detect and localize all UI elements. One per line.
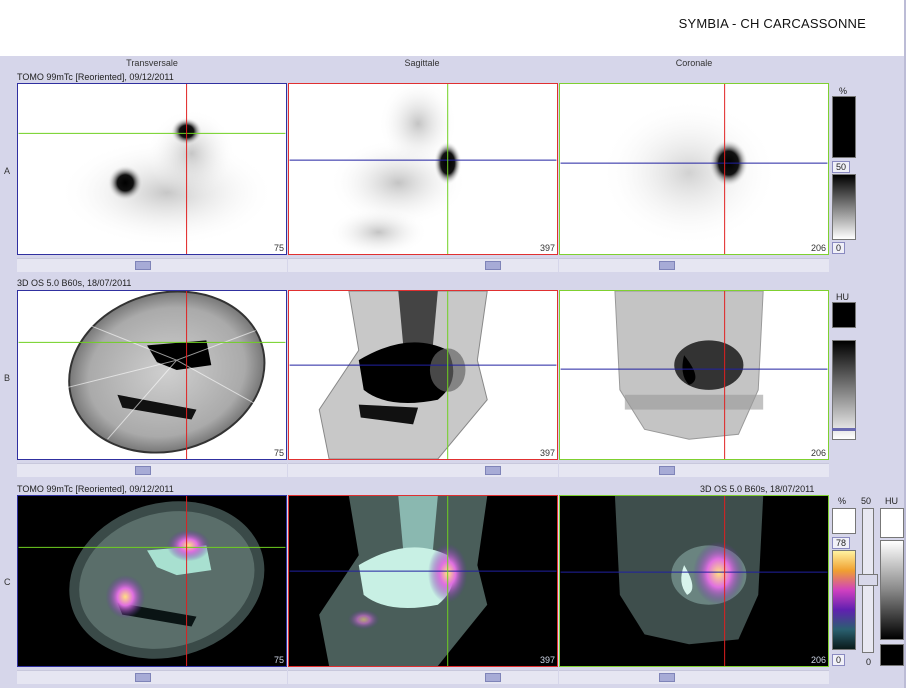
view-c-transversale[interactable]: 75 xyxy=(17,495,287,667)
colorbar-a-top xyxy=(832,96,856,158)
slice-number: 75 xyxy=(273,448,284,458)
scroll-thumb[interactable] xyxy=(659,673,675,682)
ct-coronal-image xyxy=(560,291,828,459)
colorbar-c-min-value[interactable]: 0 xyxy=(832,654,846,666)
view-a-sagittale[interactable]: 397 xyxy=(288,83,558,255)
scroll-thumb[interactable] xyxy=(135,673,151,682)
scrollbar-a-transversale[interactable] xyxy=(17,258,287,272)
scrollbar-b-coronale[interactable] xyxy=(559,463,829,477)
colorbar-c-hot-gradient[interactable] xyxy=(832,550,856,650)
colorbar-c-top-value[interactable]: 78 xyxy=(832,537,851,549)
scroll-thumb[interactable] xyxy=(659,466,675,475)
slice-number: 206 xyxy=(810,243,826,253)
series-label-row-c-ct: 3D OS 5.0 B60s, 18/07/2011 xyxy=(700,484,815,494)
colorbar-c-top xyxy=(832,508,856,534)
scroll-thumb[interactable] xyxy=(135,466,151,475)
colorbar-c-ct-gradient[interactable] xyxy=(880,540,904,640)
series-label-row-b: 3D OS 5.0 B60s, 18/07/2011 xyxy=(17,278,132,288)
report-header: SYMBIA - CH CARCASSONNE xyxy=(0,0,906,56)
series-label-row-a: TOMO 99mTc [Reoriented], 09/12/2011 xyxy=(17,72,174,82)
fusion-blend-handle[interactable] xyxy=(858,574,878,586)
colorbar-b-unit: HU xyxy=(836,292,849,302)
scroll-thumb[interactable] xyxy=(659,261,675,270)
slice-number: 397 xyxy=(539,655,555,665)
colorbar-a-mid-value[interactable]: 50 xyxy=(832,161,851,173)
slice-number: 75 xyxy=(273,655,284,665)
scrollbar-c-transversale[interactable] xyxy=(17,670,287,684)
colorbar-c-ct-min: 0 xyxy=(866,657,872,667)
spect-transverse-image xyxy=(18,84,286,254)
fusion-sagittal-image xyxy=(289,496,557,666)
spect-coronal-image xyxy=(560,84,828,254)
view-b-sagittale[interactable]: 397 xyxy=(288,290,558,460)
scrollbar-c-sagittale[interactable] xyxy=(288,670,558,684)
row-letter-b: B xyxy=(4,373,11,383)
site-title: SYMBIA - CH CARCASSONNE xyxy=(678,16,866,31)
colorbar-a-unit: % xyxy=(839,86,848,96)
fusion-transverse-image xyxy=(18,496,286,666)
colorbar-b-gradient[interactable] xyxy=(832,340,856,440)
scroll-thumb[interactable] xyxy=(485,261,501,270)
colorbar-b-top xyxy=(832,302,856,328)
spect-sagittal-image xyxy=(289,84,557,254)
scroll-thumb[interactable] xyxy=(485,466,501,475)
view-c-coronale[interactable]: 206 xyxy=(559,495,829,667)
scroll-thumb[interactable] xyxy=(485,673,501,682)
scrollbar-a-sagittale[interactable] xyxy=(288,258,558,272)
colorbar-c-unit: % xyxy=(838,496,847,506)
colorbar-b-level-marker[interactable] xyxy=(832,428,856,431)
fusion-coronal-image xyxy=(560,496,828,666)
slice-number: 206 xyxy=(810,448,826,458)
fusion-blend-label: 50 xyxy=(861,496,872,506)
colorbar-c-ct-unit: HU xyxy=(885,496,898,506)
view-b-coronale[interactable]: 206 xyxy=(559,290,829,460)
scroll-thumb[interactable] xyxy=(135,261,151,270)
column-header-transversale: Transversale xyxy=(126,58,178,68)
view-b-transversale[interactable]: 75 xyxy=(17,290,287,460)
scrollbar-c-coronale[interactable] xyxy=(559,670,829,684)
slice-number: 206 xyxy=(810,655,826,665)
row-letter-a: A xyxy=(4,166,11,176)
scrollbar-a-coronale[interactable] xyxy=(559,258,829,272)
ct-transverse-image xyxy=(18,291,286,459)
row-letter-c: C xyxy=(4,577,11,587)
view-a-coronale[interactable]: 206 xyxy=(559,83,829,255)
ct-sagittal-image xyxy=(289,291,557,459)
slice-number: 397 xyxy=(539,448,555,458)
column-header-coronale: Coronale xyxy=(675,58,713,68)
series-label-row-c-spect: TOMO 99mTc [Reoriented], 09/12/2011 xyxy=(17,484,174,494)
view-a-transversale[interactable]: 75 xyxy=(17,83,287,255)
slice-number: 397 xyxy=(539,243,555,253)
scrollbar-b-sagittale[interactable] xyxy=(288,463,558,477)
colorbar-a-gradient[interactable] xyxy=(832,174,856,240)
column-header-sagittale: Sagittale xyxy=(404,58,440,68)
view-c-sagittale[interactable]: 397 xyxy=(288,495,558,667)
colorbar-c-ct-top xyxy=(880,508,904,538)
scrollbar-b-transversale[interactable] xyxy=(17,463,287,477)
colorbar-a-min-value[interactable]: 0 xyxy=(832,242,846,254)
colorbar-c-ct-bottom xyxy=(880,644,904,666)
slice-number: 75 xyxy=(273,243,284,253)
